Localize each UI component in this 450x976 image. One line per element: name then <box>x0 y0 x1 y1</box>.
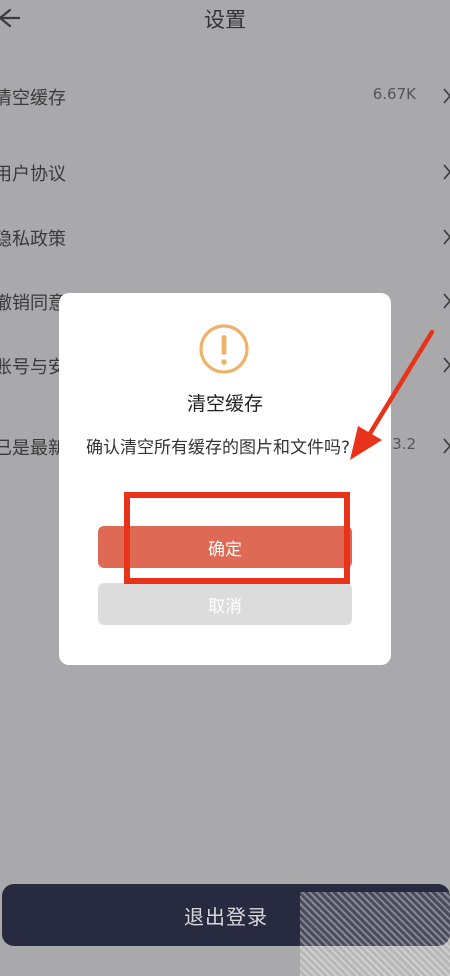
settings-row-label: 撤销同意 <box>0 293 66 314</box>
annotation-highlight-box <box>124 492 350 584</box>
chevron-right-icon <box>443 229 450 245</box>
settings-row-privacy-policy[interactable]: 隐私政策 <box>0 217 450 257</box>
page-title: 设置 <box>204 8 246 32</box>
chevron-right-icon <box>443 88 450 104</box>
settings-row-label: 账号与安 <box>0 357 66 378</box>
dialog-message: 确认清空所有缓存的图片和文件吗? <box>86 438 351 458</box>
cancel-button[interactable]: 取消 <box>98 583 352 625</box>
header: 设置 <box>0 0 450 38</box>
settings-row-label: 用户协议 <box>0 164 66 185</box>
cache-size-value: 6.67K <box>372 85 416 103</box>
settings-row-user-agreement[interactable]: 用户协议 <box>0 152 450 192</box>
settings-row-clear-cache[interactable]: 清空缓存 6.67K <box>0 76 450 116</box>
screen: 设置 清空缓存 6.67K 用户协议 隐私政策 撤销同意 账号与安 已是最新 3… <box>0 0 450 976</box>
watermark-overlay <box>300 892 450 976</box>
warning-icon <box>199 324 249 374</box>
settings-row-label: 隐私政策 <box>0 229 66 250</box>
chevron-right-icon <box>443 293 450 309</box>
chevron-right-icon <box>443 164 450 180</box>
settings-row-label: 已是最新 <box>0 438 66 459</box>
settings-row-label: 清空缓存 <box>0 88 66 109</box>
annotation-arrow-icon <box>350 329 435 460</box>
